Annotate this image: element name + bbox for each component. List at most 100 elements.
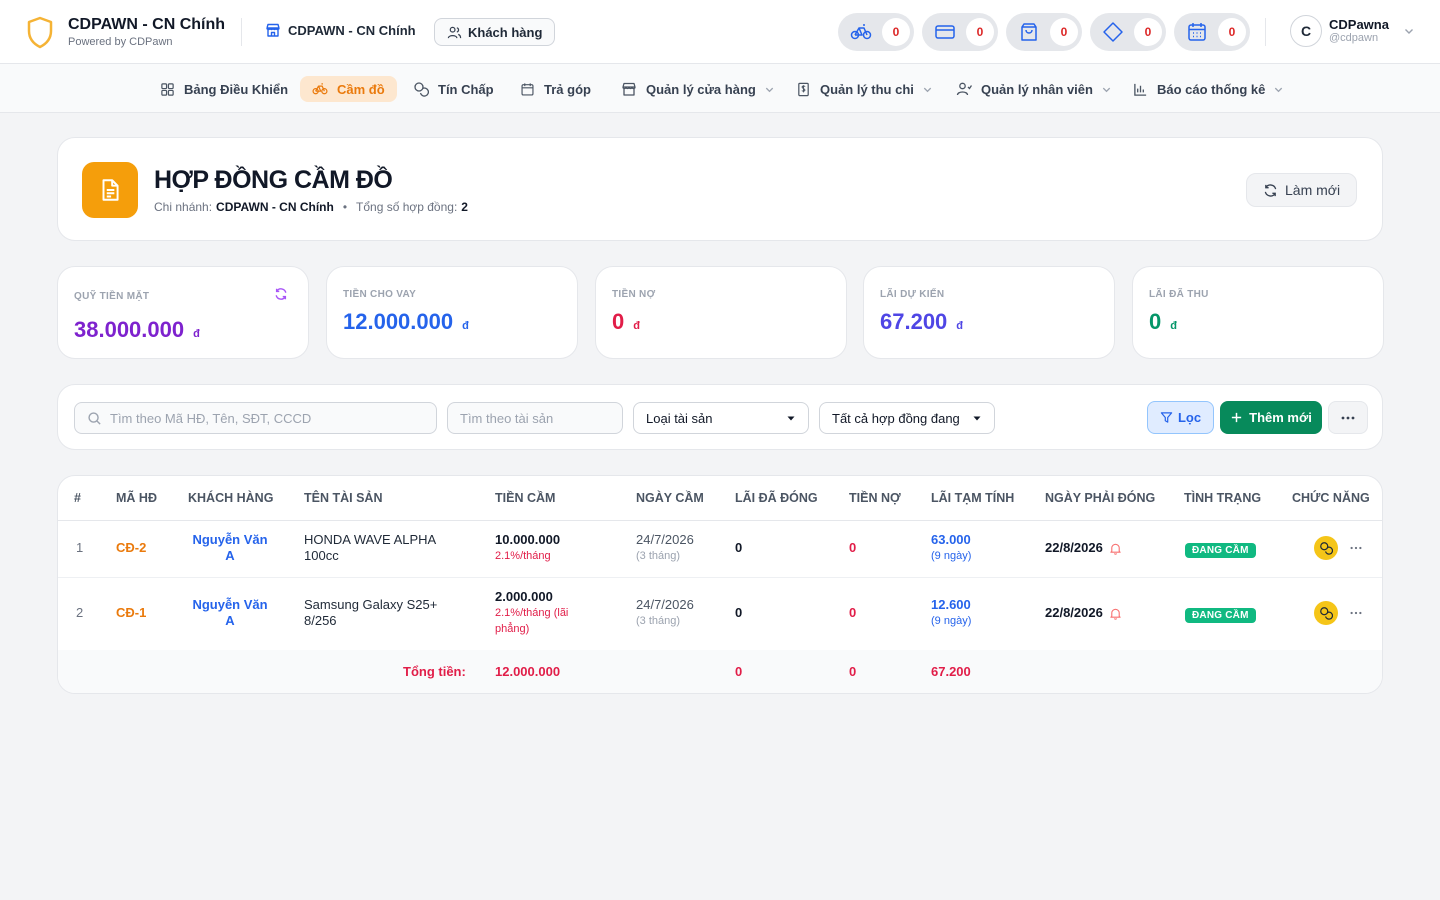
column-header[interactable]: Ngày phải đóng: [1045, 476, 1155, 520]
counter-shopping-bag[interactable]: 0: [1006, 13, 1082, 51]
search-input[interactable]: Tìm theo Mã HĐ, Tên, SĐT, CCCD: [74, 402, 437, 434]
total-debt: 0: [849, 664, 857, 679]
refresh-button-label: Làm mới: [1285, 182, 1341, 198]
asset-type-value: Loại tài sản: [646, 410, 713, 426]
nav-item-reports[interactable]: Báo cáo thống kê: [1121, 76, 1296, 102]
column-header: #: [74, 491, 81, 505]
add-contract-button[interactable]: Thêm mới: [1220, 401, 1322, 434]
more-horizontal-icon[interactable]: [1349, 546, 1363, 550]
customers-button-label: Khách hàng: [468, 24, 543, 40]
customer-name[interactable]: Nguyễn Văn A: [188, 532, 272, 564]
debt: 0: [849, 605, 857, 620]
nav-item-pawn[interactable]: Cầm đồ: [300, 76, 397, 102]
stat-label: Lãi đã thu: [1149, 289, 1209, 300]
nav-item-store-management[interactable]: Quản lý cửa hàng: [609, 76, 787, 102]
asset-name: HONDA WAVE ALPHA 100cc: [304, 532, 436, 563]
interest-rate: 2.1%/tháng: [495, 550, 551, 562]
branch-selector[interactable]: CDPAWN - CN Chính: [265, 22, 416, 38]
stat-value: 67.200 đ: [880, 309, 963, 335]
more-options-button[interactable]: [1328, 401, 1368, 434]
column-header[interactable]: Tình trạng: [1184, 476, 1261, 520]
due-date: 22/8/2026: [1045, 540, 1122, 556]
pay-interest-button[interactable]: [1314, 536, 1338, 560]
asset-search-input[interactable]: Tìm theo tài sản: [447, 402, 623, 434]
status-select[interactable]: Tất cả hợp đồng đang: [819, 402, 995, 434]
total-interest-estimate: 67.200: [931, 664, 971, 679]
more-horizontal-icon[interactable]: [1349, 611, 1363, 615]
counter-credit-card[interactable]: 0: [922, 13, 998, 51]
nav-item-staff-management[interactable]: Quản lý nhân viên: [944, 76, 1124, 102]
nav-item-installment[interactable]: Trả góp: [508, 76, 603, 102]
chevron-down-icon: [1404, 29, 1413, 34]
search-icon: [88, 411, 101, 425]
stat-card-loan-amount: Tiền cho vay 12.000.000 đ: [326, 266, 578, 359]
more-horizontal-icon: [1341, 416, 1355, 419]
column-header[interactable]: Tiền nợ: [849, 476, 901, 520]
column-header[interactable]: Ngày cầm: [636, 476, 704, 520]
column-header[interactable]: Tiền cầm: [495, 476, 555, 520]
branch-value: CDPAWN - CN Chính: [216, 200, 334, 214]
totals-label: Tổng tiền:: [403, 664, 466, 679]
asset-name: Samsung Galaxy S25+ 8/256: [304, 597, 438, 628]
pay-interest-button[interactable]: [1314, 601, 1338, 625]
column-header[interactable]: Tên tài sản: [304, 476, 382, 520]
column-header[interactable]: Mã HĐ: [116, 476, 157, 520]
column-header[interactable]: Lãi đã đóng: [735, 476, 818, 520]
total-value: 2: [461, 200, 468, 214]
interest-rate: 2.1%/tháng (lãi phẳng): [495, 607, 569, 635]
refresh-button[interactable]: Làm mới: [1246, 173, 1358, 207]
nav-label: Cầm đồ: [337, 81, 385, 97]
row-index: 1: [76, 540, 84, 555]
nav-label: Quản lý cửa hàng: [646, 81, 756, 97]
bicycle-icon: [850, 24, 872, 40]
brand[interactable]: CDPAWN - CN Chính Powered by CDPawn: [24, 14, 225, 50]
nav-item-unsecured-loan[interactable]: Tín Chấp: [401, 76, 506, 102]
stat-number: 0: [1149, 309, 1162, 334]
nav-label: Báo cáo thống kê: [1157, 81, 1266, 97]
avatar: C: [1290, 15, 1322, 47]
stat-number: 12.000.000: [343, 309, 454, 334]
counter-value: 0: [1134, 18, 1162, 46]
contract-code[interactable]: CĐ-2: [116, 540, 146, 556]
due-date: 22/8/2026: [1045, 605, 1122, 621]
currency-symbol: đ: [1170, 320, 1177, 332]
customer-name[interactable]: Nguyễn Văn A: [188, 597, 272, 629]
stat-label: Lãi dự kiến: [880, 289, 945, 300]
dashboard-icon: [161, 82, 174, 96]
column-header[interactable]: Khách hàng: [188, 476, 273, 520]
status-value: Tất cả hợp đồng đang: [832, 410, 960, 426]
nav-item-income-expense[interactable]: Quản lý thu chi: [784, 76, 945, 102]
stat-label: Quỹ tiền mặt: [74, 291, 150, 302]
counter-diamond[interactable]: 0: [1090, 13, 1166, 51]
counter-calendar[interactable]: 0: [1174, 13, 1250, 51]
column-header: Chức năng: [1292, 491, 1370, 505]
divider: [241, 18, 242, 46]
chevron-down-icon: [923, 87, 932, 92]
refresh-icon[interactable]: [274, 287, 288, 301]
nav-item-dashboard[interactable]: Bảng Điều Khiển: [148, 76, 300, 102]
filter-button-label: Lọc: [1177, 410, 1202, 425]
search-placeholder: Tìm theo Mã HĐ, Tên, SĐT, CCCD: [110, 410, 312, 426]
total-interest-paid: 0: [735, 664, 743, 679]
counter-bicycle[interactable]: 0: [838, 13, 914, 51]
interest-days: (9 ngày): [931, 550, 972, 562]
contract-code[interactable]: CĐ-1: [116, 605, 146, 621]
stat-card-debt: Tiền nợ 0 đ: [595, 266, 847, 359]
pawn-date: 24/7/2026: [636, 532, 694, 547]
filter-button[interactable]: Lọc: [1147, 401, 1214, 434]
user-menu[interactable]: C CDPawna @cdpawn: [1290, 15, 1415, 47]
bar-chart-icon: [1134, 83, 1147, 96]
filter-icon: [1160, 412, 1173, 423]
document-badge: [82, 162, 138, 218]
counter-value: 0: [882, 18, 910, 46]
header-divider: [58, 520, 1382, 521]
asset-type-select[interactable]: Loại tài sản: [633, 402, 809, 434]
page-meta: Chi nhánh: CDPAWN - CN Chính • Tổng số h…: [154, 200, 468, 214]
separator-dot: •: [342, 200, 348, 214]
pawn-date: 24/7/2026: [636, 597, 694, 612]
customers-button[interactable]: Khách hàng: [434, 18, 556, 46]
pawn-duration: (3 tháng): [636, 615, 681, 627]
stat-value: 38.000.000 đ: [74, 317, 200, 343]
stat-label: Tiền nợ: [612, 289, 656, 300]
column-header[interactable]: Lãi tạm tính: [931, 476, 1014, 520]
